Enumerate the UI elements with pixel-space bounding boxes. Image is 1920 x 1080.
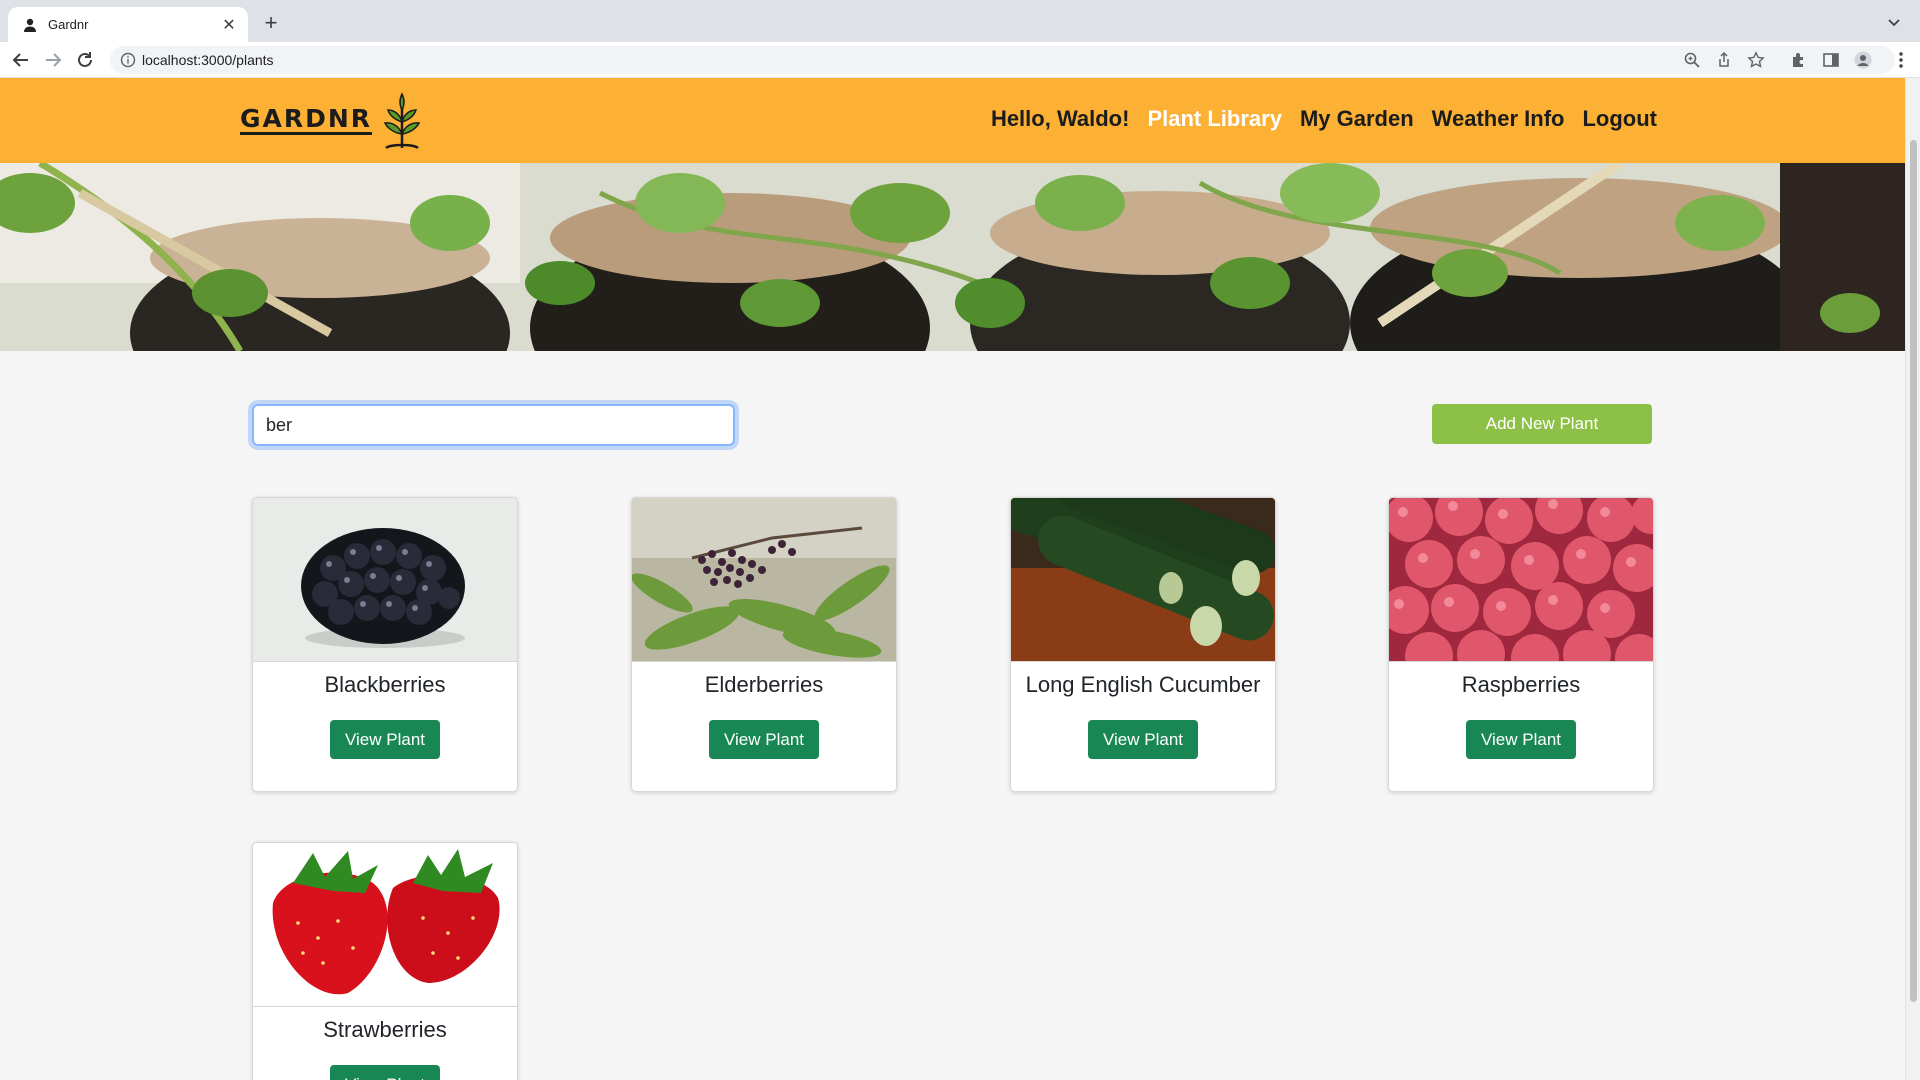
plant-card-elderberries: Elderberries View Plant bbox=[631, 497, 897, 792]
plant-card-raspberries: Raspberries View Plant bbox=[1388, 497, 1654, 792]
tab-title: Gardnr bbox=[48, 17, 89, 32]
person-favicon-icon bbox=[24, 18, 36, 32]
side-panel-icon[interactable] bbox=[1822, 51, 1840, 69]
site-header: GARDNR Hello, Waldo! Plant Library My Ga… bbox=[0, 78, 1905, 163]
bookmark-star-icon[interactable] bbox=[1747, 51, 1765, 69]
blackberry-image bbox=[253, 498, 517, 662]
logo-text: GARDNR bbox=[240, 104, 373, 135]
view-plant-button[interactable]: View Plant bbox=[1466, 720, 1576, 759]
nav-my-garden[interactable]: My Garden bbox=[1300, 106, 1414, 132]
url-text: localhost:3000/plants bbox=[142, 52, 274, 68]
plant-name: Elderberries bbox=[704, 672, 824, 697]
view-plant-button[interactable]: View Plant bbox=[330, 1065, 440, 1080]
main-nav: Hello, Waldo! Plant Library My Garden We… bbox=[991, 106, 1657, 132]
raspberry-image bbox=[1389, 498, 1653, 662]
plant-name: Strawberries bbox=[323, 1017, 447, 1042]
browser-tab[interactable]: Gardnr ✕ bbox=[8, 7, 248, 42]
plant-search-input[interactable] bbox=[252, 404, 735, 446]
back-arrow-icon[interactable] bbox=[10, 49, 32, 71]
hero-banner-image bbox=[0, 163, 1905, 351]
view-plant-button[interactable]: View Plant bbox=[1088, 720, 1198, 759]
browser-tab-bar: Gardnr ✕ + bbox=[0, 0, 1920, 42]
sprout-logo-icon bbox=[383, 92, 421, 150]
view-plant-button[interactable]: View Plant bbox=[709, 720, 819, 759]
browser-menu-icon[interactable] bbox=[1890, 49, 1912, 71]
scrollbar-thumb[interactable] bbox=[1910, 140, 1917, 1002]
strawberry-image bbox=[253, 843, 517, 1007]
tab-close-icon[interactable]: ✕ bbox=[220, 15, 238, 35]
cucumber-image bbox=[1011, 498, 1275, 662]
address-bar[interactable]: localhost:3000/plants bbox=[110, 46, 1895, 74]
gardnr-logo[interactable]: GARDNR bbox=[240, 92, 428, 150]
page-scrollbar[interactable] bbox=[1905, 78, 1920, 1080]
greeting-text: Hello, Waldo! bbox=[990, 106, 1130, 131]
plant-card-strawberries: Strawberries View Plant bbox=[252, 842, 518, 1080]
reload-icon[interactable] bbox=[74, 49, 96, 71]
view-plant-button[interactable]: View Plant bbox=[330, 720, 440, 759]
new-tab-icon[interactable]: + bbox=[258, 11, 284, 37]
plant-name: Long English Cucumber bbox=[1025, 672, 1261, 697]
elderberry-image bbox=[632, 498, 896, 662]
profile-avatar-icon[interactable] bbox=[1854, 51, 1872, 69]
share-icon[interactable] bbox=[1715, 51, 1733, 69]
nav-weather-info[interactable]: Weather Info bbox=[1432, 106, 1565, 132]
plant-card-long-english-cucumber: Long English Cucumber View Plant bbox=[1010, 497, 1276, 792]
nav-plant-library[interactable]: Plant Library bbox=[1147, 106, 1281, 132]
plant-card-blackberries: Blackberries View Plant bbox=[252, 497, 518, 792]
site-info-icon[interactable] bbox=[120, 52, 136, 68]
zoom-icon[interactable] bbox=[1683, 51, 1701, 69]
nav-logout[interactable]: Logout bbox=[1582, 106, 1657, 132]
add-new-plant-button[interactable]: Add New Plant bbox=[1432, 404, 1652, 444]
extensions-puzzle-icon[interactable] bbox=[1790, 51, 1808, 69]
browser-toolbar: localhost:3000/plants bbox=[0, 42, 1920, 78]
forward-arrow-icon[interactable] bbox=[42, 49, 64, 71]
tab-search-chevron-icon[interactable] bbox=[1884, 12, 1904, 32]
plant-name: Raspberries bbox=[1461, 672, 1581, 697]
plant-name: Blackberries bbox=[324, 672, 446, 697]
